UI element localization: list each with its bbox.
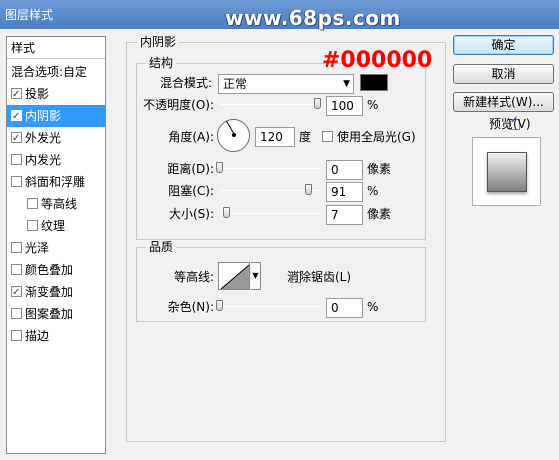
size-slider-track: [220, 213, 320, 214]
structure-title: 结构: [146, 56, 177, 70]
style-list-item-label: 外发光: [25, 131, 62, 145]
blend-mode-label: 混合模式:: [159, 76, 212, 90]
preview-swatch: [487, 152, 527, 192]
noise-input[interactable]: 0: [326, 298, 363, 318]
new-style-button[interactable]: 新建样式(W)...: [453, 92, 554, 112]
style-checkbox[interactable]: [11, 308, 22, 319]
angle-input[interactable]: 120: [255, 127, 295, 147]
ok-button[interactable]: 确定: [453, 35, 554, 55]
distance-label: 距离(D):: [167, 162, 214, 176]
style-list-item-label: 纹理: [41, 219, 66, 233]
noise-slider-track: [220, 306, 320, 307]
inner-shadow-title: 内阴影: [137, 35, 180, 49]
style-list-item-label: 斜面和浮雕: [25, 175, 86, 189]
style-list-item-label: 投影: [25, 87, 50, 101]
style-checkbox[interactable]: [11, 242, 22, 253]
style-list-item[interactable]: 内阴影: [7, 105, 105, 128]
global-light-checkbox[interactable]: [322, 131, 333, 142]
style-list-item-label: 内阴影: [25, 109, 62, 123]
style-list-item[interactable]: 投影: [7, 83, 105, 106]
opacity-unit: %: [367, 98, 379, 112]
choke-slider-thumb[interactable]: [305, 184, 312, 195]
distance-input[interactable]: 0: [326, 160, 363, 180]
style-list-item-label: 内发光: [25, 153, 62, 167]
size-label: 大小(S):: [168, 207, 214, 221]
style-list-header: 样式: [7, 37, 105, 59]
size-unit: 像素: [367, 207, 392, 221]
choke-label: 阻塞(C):: [168, 184, 214, 198]
opacity-slider-track: [220, 104, 320, 105]
style-list: 样式 混合选项:自定投影内阴影外发光内发光斜面和浮雕等高线纹理光泽颜色叠加渐变叠…: [6, 36, 106, 454]
antialias-label: 消除锯齿(L): [287, 270, 352, 284]
noise-unit: %: [367, 300, 379, 314]
choke-input[interactable]: 91: [326, 182, 363, 202]
style-checkbox[interactable]: [11, 282, 22, 304]
style-list-item-label: 渐变叠加: [25, 285, 74, 299]
blend-mode-value: 正常: [223, 77, 248, 91]
size-slider-thumb[interactable]: [223, 207, 230, 218]
contour-curve-icon: [220, 264, 249, 289]
style-checkbox[interactable]: [27, 198, 38, 209]
angle-label: 角度(A):: [168, 130, 214, 144]
style-list-item[interactable]: 纹理: [7, 215, 105, 237]
chevron-down-icon: ▼: [343, 79, 350, 89]
choke-unit: %: [367, 184, 379, 198]
style-checkbox[interactable]: [27, 220, 38, 231]
color-annotation: #000000: [322, 48, 433, 73]
cancel-button[interactable]: 取消: [453, 64, 554, 84]
contour-picker[interactable]: [218, 262, 250, 290]
distance-unit: 像素: [367, 162, 392, 176]
angle-unit: 度: [299, 130, 312, 144]
style-list-item[interactable]: 斜面和浮雕: [7, 171, 105, 193]
blend-mode-select[interactable]: 正常 ▼: [218, 74, 354, 94]
quality-title: 品质: [146, 240, 177, 254]
opacity-input[interactable]: 100: [326, 96, 363, 116]
opacity-label: 不透明度(O):: [143, 98, 214, 112]
style-list-item[interactable]: 等高线: [7, 193, 105, 215]
style-list-item-label: 图案叠加: [25, 307, 74, 321]
angle-dial[interactable]: [217, 119, 250, 152]
distance-slider-track: [220, 168, 320, 169]
style-checkbox[interactable]: [11, 84, 22, 106]
style-checkbox[interactable]: [11, 128, 22, 150]
style-checkbox[interactable]: [11, 330, 22, 341]
global-light-label: 使用全局光(G): [337, 130, 416, 144]
style-list-item[interactable]: 描边: [7, 325, 105, 347]
contour-label: 等高线:: [173, 270, 214, 284]
style-list-item[interactable]: 外发光: [7, 127, 105, 150]
style-list-item[interactable]: 颜色叠加: [7, 259, 105, 281]
distance-slider-thumb[interactable]: [216, 162, 223, 173]
style-list-item[interactable]: 渐变叠加: [7, 281, 105, 304]
style-checkbox[interactable]: [11, 176, 22, 187]
contour-dropdown-arrow[interactable]: ▼: [251, 262, 261, 290]
style-list-item[interactable]: 光泽: [7, 237, 105, 259]
style-list-item-label: 描边: [25, 329, 50, 343]
style-list-item[interactable]: 内发光: [7, 149, 105, 171]
style-list-item-label: 等高线: [41, 197, 78, 211]
opacity-slider-thumb[interactable]: [314, 98, 321, 109]
angle-dial-center: [232, 133, 236, 137]
title-bar: 图层样式 www.68ps.com: [0, 0, 559, 30]
style-list-item-label: 混合选项:自定: [11, 65, 88, 79]
size-input[interactable]: 7: [326, 205, 363, 225]
window-title: 图层样式: [5, 8, 54, 22]
style-list-item-label: 颜色叠加: [25, 263, 74, 277]
style-checkbox[interactable]: [11, 106, 22, 128]
style-checkbox[interactable]: [11, 154, 22, 165]
watermark-text: www.68ps.com: [225, 6, 401, 30]
style-preview: [472, 137, 541, 206]
style-checkbox[interactable]: [11, 264, 22, 275]
color-swatch[interactable]: [360, 74, 388, 91]
style-list-item[interactable]: 混合选项:自定: [7, 61, 105, 83]
style-list-item-label: 光泽: [25, 241, 50, 255]
style-list-item[interactable]: 图案叠加: [7, 303, 105, 325]
noise-label: 杂色(N):: [167, 300, 214, 314]
noise-slider-thumb[interactable]: [216, 300, 223, 311]
preview-label: 预览(V): [489, 117, 531, 131]
